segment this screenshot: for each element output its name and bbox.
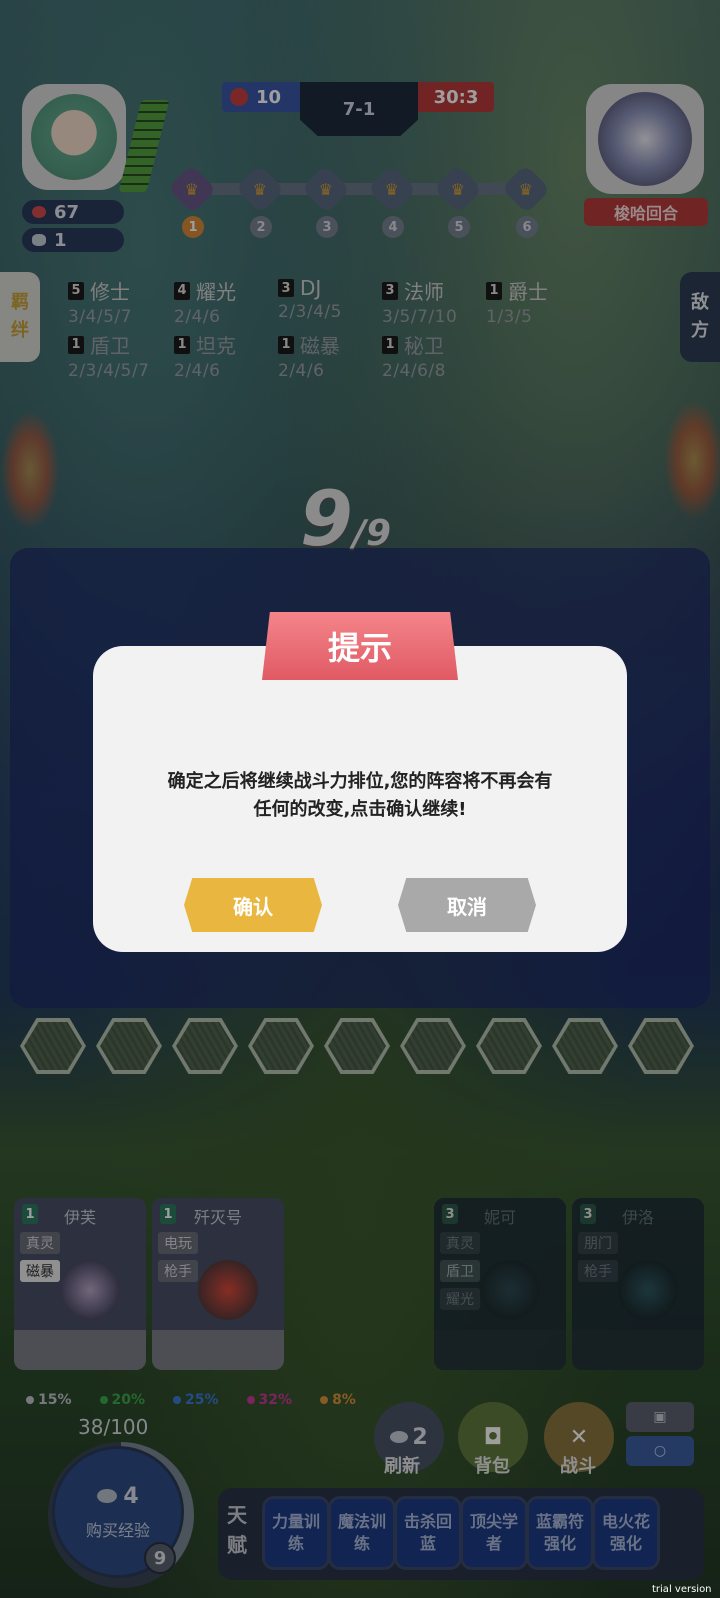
dialog-message-line: 任何的改变,点击确认继续! <box>253 799 467 820</box>
trial-watermark: trial version <box>652 1584 712 1595</box>
dialog-title: 提示 <box>262 612 458 680</box>
confirm-button[interactable]: 确认 <box>184 878 322 932</box>
dialog-message: 确定之后将继续战斗力排位,您的阵容将不再会有 任何的改变,点击确认继续! <box>116 768 604 824</box>
dialog-message-line: 确定之后将继续战斗力排位,您的阵容将不再会有 <box>167 771 553 792</box>
cancel-button[interactable]: 取消 <box>398 878 536 932</box>
